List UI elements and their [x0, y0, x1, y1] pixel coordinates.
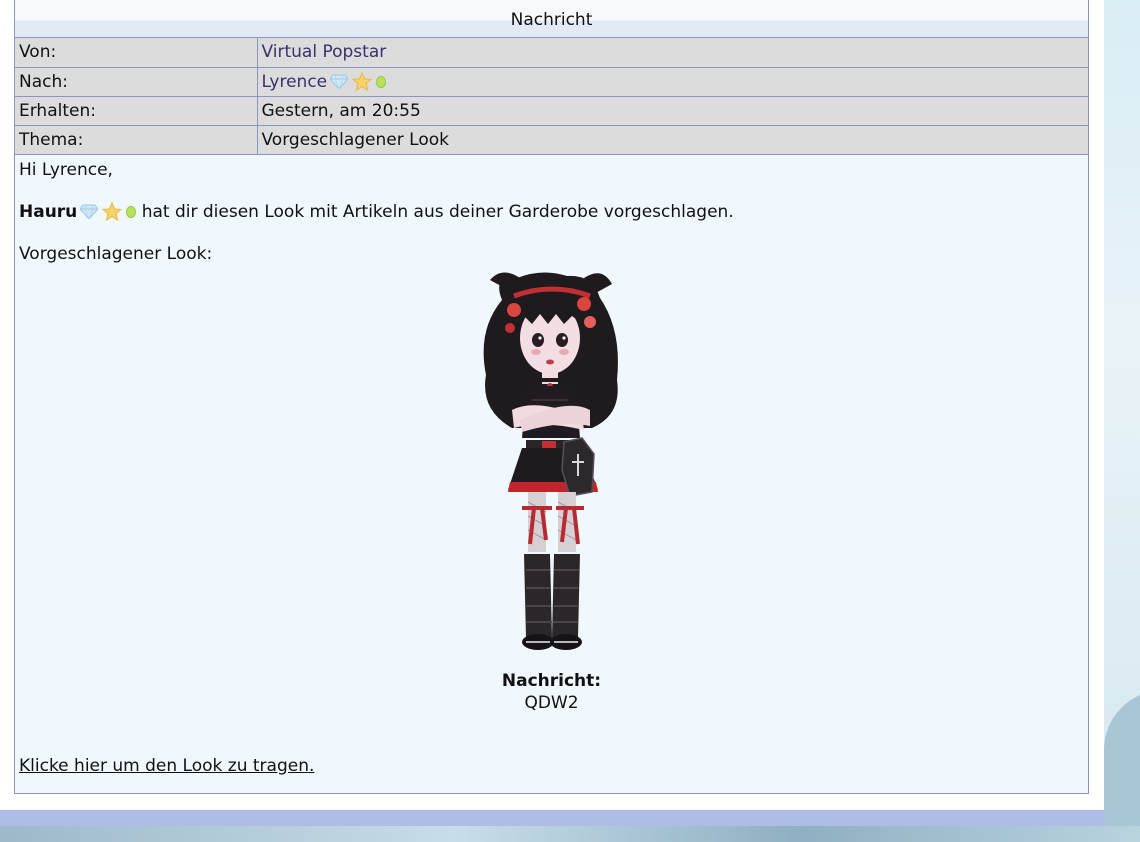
- to-user-badges: [330, 72, 387, 91]
- sender-name-link[interactable]: Hauru: [19, 202, 77, 222]
- from-label: Von:: [15, 38, 258, 68]
- sender-badges: [80, 202, 137, 221]
- online-dot-icon: [126, 205, 137, 218]
- footer-bar: [0, 810, 1105, 826]
- wear-look-line: Klicke hier um den Look zu tragen.: [19, 755, 1084, 777]
- greeting-text: Hi Lyrence,: [19, 159, 113, 180]
- gem-icon: [330, 74, 349, 89]
- online-dot-icon: [376, 75, 387, 88]
- page-content: Nachricht Von: Virtual Popstar Nach: Lyr…: [0, 0, 1104, 810]
- meta-row-to: Nach: Lyrence: [15, 67, 1088, 97]
- message-meta-table: Von: Virtual Popstar Nach: Lyrence Erhal…: [15, 38, 1088, 155]
- note-label: Nachricht:: [501, 670, 602, 691]
- received-label: Erhalten:: [15, 96, 258, 126]
- look-label: Vorgeschlagener Look:: [19, 243, 213, 264]
- meta-row-from: Von: Virtual Popstar: [15, 38, 1088, 68]
- subject-label: Thema:: [15, 125, 258, 155]
- suggestion-text: hat dir diesen Look mit Artikeln aus dei…: [141, 201, 734, 222]
- star-icon: [352, 72, 373, 91]
- note-value: QDW2: [524, 692, 579, 713]
- meta-row-subject: Thema: Vorgeschlagener Look: [15, 125, 1088, 155]
- to-user-link[interactable]: Lyrence: [262, 72, 328, 92]
- suggestion-line: Hauru hat dir diesen Look mit Artikeln a…: [19, 201, 1084, 223]
- to-value-cell: Lyrence: [257, 67, 1088, 97]
- from-value-cell: Virtual Popstar: [257, 38, 1088, 68]
- panel-title: Nachricht: [15, 0, 1088, 38]
- background-bottom-strip: [0, 826, 1140, 842]
- subject-value: Vorgeschlagener Look: [257, 125, 1088, 155]
- meta-row-received: Erhalten: Gestern, am 20:55: [15, 96, 1088, 126]
- from-user-link[interactable]: Virtual Popstar: [262, 42, 387, 62]
- wear-look-link[interactable]: Klicke hier um den Look zu tragen.: [19, 756, 314, 776]
- avatar-image: [483, 271, 618, 650]
- note-block: Nachricht: QDW2: [19, 670, 1084, 714]
- message-panel: Nachricht Von: Virtual Popstar Nach: Lyr…: [14, 0, 1089, 794]
- avatar-container: [19, 270, 1084, 654]
- message-body: Hi Lyrence, Hauru hat dir diesen Look mi…: [15, 155, 1088, 777]
- received-value: Gestern, am 20:55: [257, 96, 1088, 126]
- to-label: Nach:: [15, 67, 258, 97]
- star-icon: [102, 202, 123, 221]
- gem-icon: [80, 204, 99, 219]
